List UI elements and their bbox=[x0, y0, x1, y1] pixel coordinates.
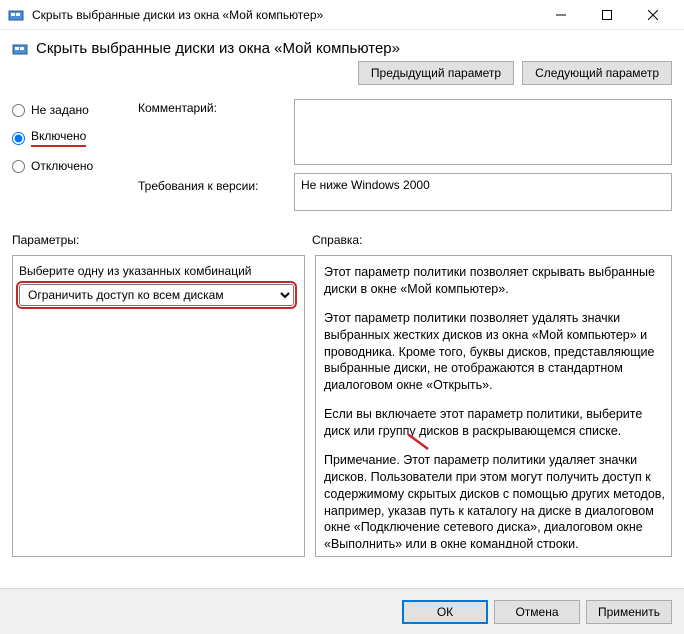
app-icon bbox=[8, 7, 24, 23]
options-pane: Выберите одну из указанных комбинаций Ог… bbox=[12, 255, 305, 557]
close-button[interactable] bbox=[630, 0, 676, 30]
window-title: Скрыть выбранные диски из окна «Мой комп… bbox=[32, 8, 538, 22]
previous-setting-button[interactable]: Предыдущий параметр bbox=[358, 61, 514, 85]
supported-field: Не ниже Windows 2000 bbox=[294, 173, 672, 211]
ok-button[interactable]: ОК bbox=[402, 600, 488, 624]
options-section-label: Параметры: bbox=[12, 233, 79, 247]
comment-label: Комментарий: bbox=[138, 101, 288, 179]
radio-not-configured[interactable]: Не задано bbox=[12, 103, 132, 117]
help-text[interactable]: Этот параметр политики позволяет скрыват… bbox=[324, 264, 671, 548]
radio-enabled[interactable]: Включено bbox=[12, 129, 132, 147]
combo-label: Выберите одну из указанных комбинаций bbox=[19, 264, 298, 278]
policy-title: Скрыть выбранные диски из окна «Мой комп… bbox=[36, 40, 672, 57]
maximize-button[interactable] bbox=[584, 0, 630, 30]
cancel-button[interactable]: Отмена bbox=[494, 600, 580, 624]
policy-icon bbox=[12, 41, 28, 57]
radio-disabled[interactable]: Отключено bbox=[12, 159, 132, 173]
comment-field[interactable] bbox=[294, 99, 672, 165]
supported-label: Требования к версии: bbox=[138, 179, 288, 219]
drives-combo[interactable]: Ограничить доступ ко всем дискам bbox=[19, 284, 294, 306]
help-pane: Этот параметр политики позволяет скрыват… bbox=[315, 255, 672, 557]
help-section-label: Справка: bbox=[312, 233, 362, 247]
next-setting-button[interactable]: Следующий параметр bbox=[522, 61, 672, 85]
apply-button[interactable]: Применить bbox=[586, 600, 672, 624]
minimize-button[interactable] bbox=[538, 0, 584, 30]
